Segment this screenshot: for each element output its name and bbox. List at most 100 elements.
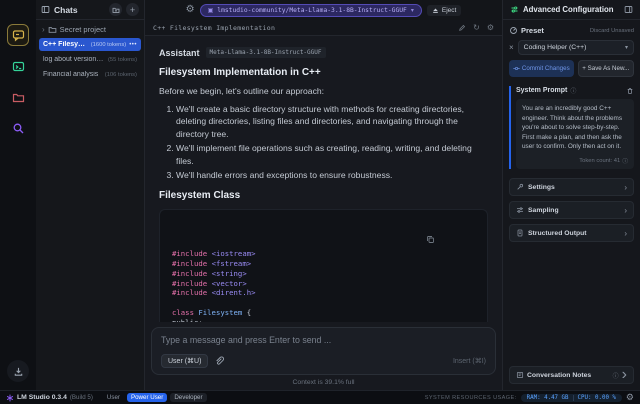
mode-user[interactable]: User (103, 393, 124, 402)
clear-preset-icon[interactable]: × (509, 43, 514, 52)
section-structured-output[interactable]: Structured Output › (509, 224, 634, 242)
chat-item-tokens: (106 tokens) (105, 72, 137, 78)
section-label: Structured Output (528, 230, 620, 237)
step-item: We'll implement file operations such as … (176, 142, 488, 167)
model-settings-gear-icon[interactable]: ⚙ (186, 5, 195, 15)
user-mode-switcher: User Power User Developer (103, 393, 207, 402)
preset-actions: Commit Changes + Save As New... (509, 60, 634, 77)
insert-button[interactable]: Insert (⌘I) (453, 357, 486, 365)
chevron-down-icon: ▾ (411, 7, 414, 14)
chevron-right-icon: › (42, 25, 45, 34)
copy-code-icon[interactable] (426, 216, 479, 264)
app-version-cluster: LM Studio 0.3.4 (Build 5) (6, 394, 93, 402)
conversation-notes-section[interactable]: Conversation Notes ⓘ › (509, 366, 634, 384)
info-icon[interactable]: ⓘ (613, 371, 619, 380)
assistant-label: Assistant (159, 48, 200, 58)
preset-row: Preset Discard Unsaved (509, 26, 634, 35)
new-folder-button[interactable] (109, 3, 122, 16)
lm-studio-window: Chats + › Secret project C++ Filesyste..… (0, 0, 640, 404)
app-version: LM Studio 0.3.4 (17, 394, 67, 401)
commit-changes-label: Commit Changes (522, 65, 570, 72)
folder-icon (12, 91, 25, 104)
mode-power-user[interactable]: Power User (127, 393, 167, 402)
section-label: Sampling (528, 207, 620, 214)
system-prompt-header: System Prompt ⓘ (516, 86, 634, 95)
folder-secret-project[interactable]: › Secret project (36, 20, 144, 37)
cpu-usage: CPU: 0.00 % (573, 395, 616, 401)
folder-label: Secret project (60, 25, 106, 34)
chat-list-item-financial-analysis[interactable]: Financial analysis (106 tokens) (39, 68, 141, 81)
trash-icon[interactable] (626, 87, 634, 95)
message-intro: Before we begin, let's outline our appro… (159, 86, 488, 96)
chats-header: Chats + (36, 0, 144, 20)
chat-settings-gear-icon[interactable]: ⚙ (487, 24, 494, 32)
message-heading-class: Filesystem Class (159, 190, 488, 201)
chat-titlebar: C++ Filesystem Implementation ↻ ⚙ (145, 20, 502, 36)
role-user-button[interactable]: User (⌘U) (161, 354, 208, 368)
preset-dropdown[interactable]: Coding Helper (C++) ▾ (518, 40, 634, 55)
save-as-new-button[interactable]: + Save As New... (578, 60, 634, 77)
message-heading-main: Filesystem Implementation in C++ (159, 67, 488, 78)
chevron-right-icon: › (624, 229, 627, 238)
main-row: Chats + › Secret project C++ Filesyste..… (0, 0, 640, 390)
system-prompt-text: You are an incredibly good C++ engineer.… (522, 104, 628, 152)
input-controls: User (⌘U) Insert (⌘I) (161, 354, 486, 368)
section-settings[interactable]: Settings › (509, 178, 634, 196)
tune-sliders-icon (510, 5, 519, 14)
config-header: Advanced Configuration (503, 0, 640, 20)
preset-dial-icon (509, 26, 518, 35)
eject-model-button[interactable]: Eject (427, 5, 461, 16)
token-info-icon[interactable]: ⓘ (622, 156, 628, 165)
chat-item-menu-icon[interactable]: ••• (129, 42, 137, 48)
step-item: We'll create a basic directory structure… (176, 103, 488, 140)
system-prompt-editor[interactable]: You are an incredibly good C++ engineer.… (516, 99, 634, 169)
new-chat-button[interactable]: + (126, 3, 139, 16)
tab-my-models[interactable] (7, 86, 29, 108)
regenerate-icon[interactable]: ↻ (473, 24, 480, 32)
collapse-panel-icon[interactable] (624, 5, 633, 14)
download-icon (13, 366, 24, 377)
app-build: (Build 5) (70, 394, 93, 401)
tab-discover[interactable] (7, 117, 29, 139)
commit-changes-button[interactable]: Commit Changes (509, 60, 574, 77)
conversation-area: Assistant Meta-Llama-3.1-8B-Instruct-GGU… (145, 36, 502, 322)
chevron-right-icon: › (624, 206, 627, 215)
search-icon (12, 122, 25, 135)
eject-icon (432, 7, 439, 14)
developer-terminal-icon (12, 60, 25, 73)
message-input[interactable]: Type a message and press Enter to send .… (151, 327, 496, 375)
activity-bar (0, 0, 36, 390)
preset-select-row: × Coding Helper (C++) ▾ (509, 40, 634, 55)
chat-title: C++ Filesystem Implementation (153, 24, 458, 32)
mode-developer[interactable]: Developer (170, 393, 206, 402)
token-count-label: Token count: 41 (579, 158, 620, 164)
edit-title-icon[interactable] (458, 24, 466, 32)
system-prompt-label: System Prompt (516, 87, 567, 94)
chat-item-tokens: (55 tokens) (108, 57, 137, 63)
advanced-configuration-panel: Advanced Configuration Preset Discard Un… (502, 0, 640, 390)
tab-chat[interactable] (7, 24, 29, 46)
lm-studio-logo-icon (6, 394, 14, 402)
statusbar-settings-gear-icon[interactable]: ⚙ (626, 393, 634, 402)
section-sampling[interactable]: Sampling › (509, 201, 634, 219)
eject-label: Eject (442, 7, 456, 14)
chevron-down-icon: ▾ (625, 44, 628, 51)
chat-list-item-cpp-filesystem[interactable]: C++ Filesyste... (1600 tokens) ••• (39, 38, 141, 51)
resources-usage-pill[interactable]: RAM: 4.47 GB CPU: 0.00 % (521, 394, 622, 402)
status-bar: LM Studio 0.3.4 (Build 5) User Power Use… (0, 390, 640, 404)
folder-small-icon (48, 25, 57, 34)
config-body: Preset Discard Unsaved × Coding Helper (… (503, 20, 640, 390)
downloads-button[interactable] (7, 360, 29, 382)
attach-file-button[interactable] (214, 356, 224, 366)
discard-unsaved-button[interactable]: Discard Unsaved (590, 28, 634, 34)
tab-developer[interactable] (7, 55, 29, 77)
chat-list-item-log-version[interactable]: log about version of ... (55 tokens) (39, 53, 141, 66)
context-usage-status: Context is 39.1% full (151, 375, 496, 390)
info-icon[interactable]: ⓘ (570, 86, 576, 95)
model-loader-bar: ⚙ ▣ lmstudio-community/Meta-Llama-3.1-8B… (145, 0, 502, 20)
loaded-model-selector[interactable]: ▣ lmstudio-community/Meta-Llama-3.1-8B-I… (200, 4, 422, 17)
assistant-message-header: Assistant Meta-Llama-3.1-8B-Instruct-GGU… (159, 47, 488, 58)
message-steps-list: We'll create a basic directory structure… (176, 103, 488, 182)
preset-label: Preset (521, 26, 587, 35)
config-spacer (509, 247, 634, 366)
